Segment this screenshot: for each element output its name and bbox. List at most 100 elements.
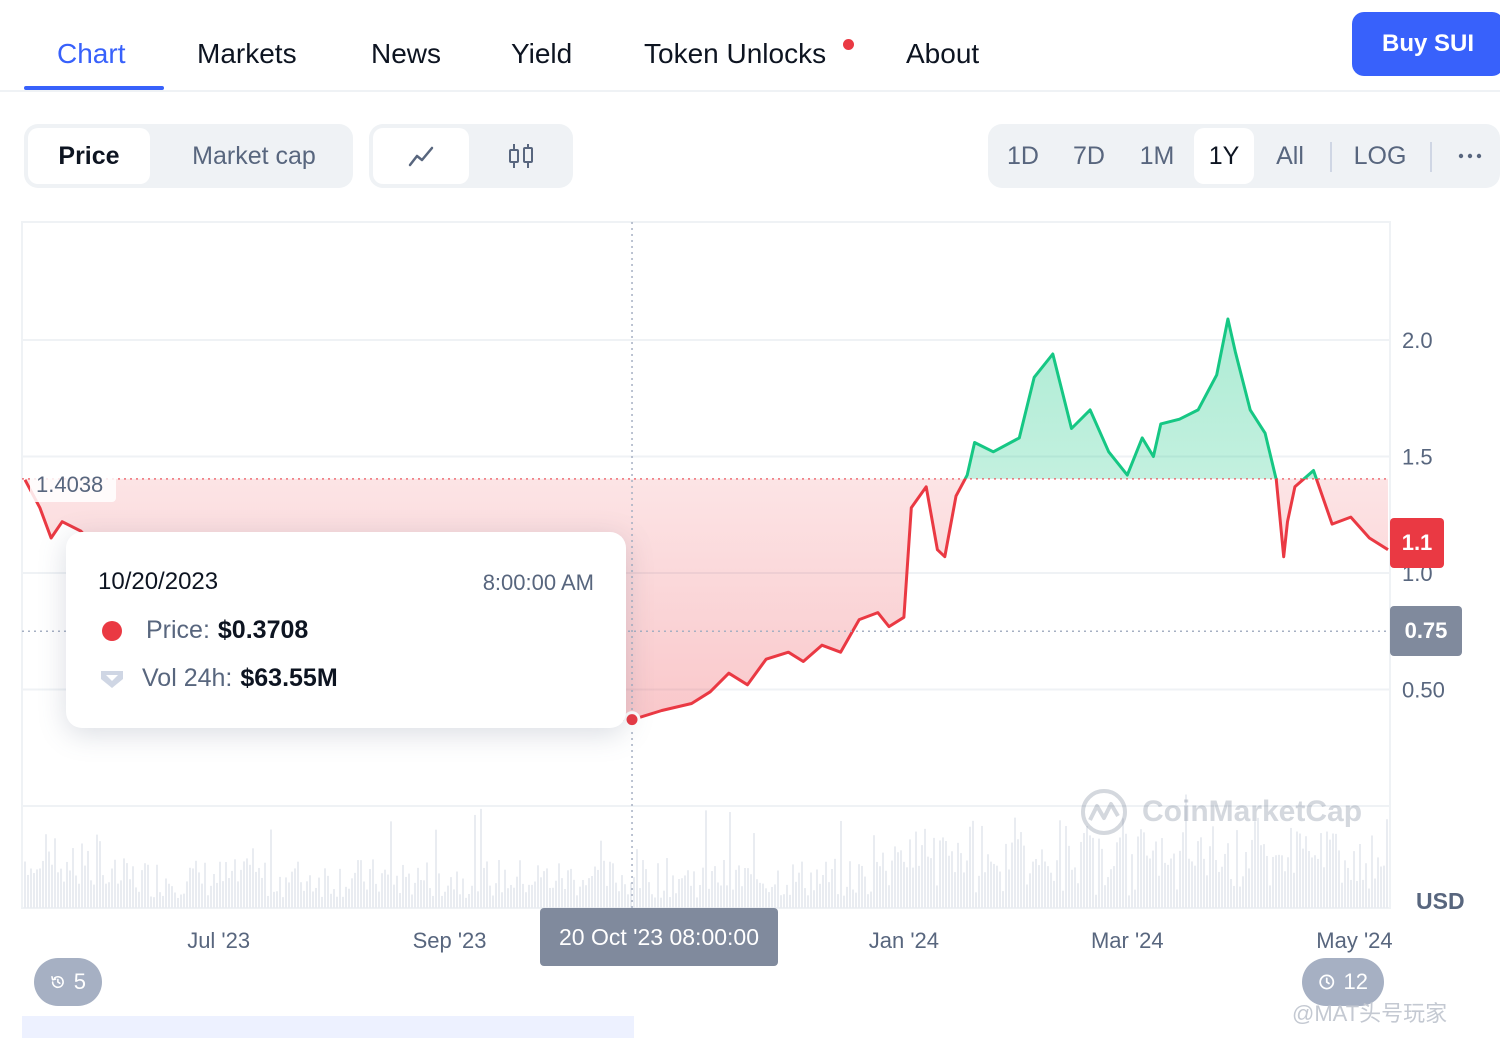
volume-bar [24,861,26,908]
volume-bar [189,867,191,908]
volume-bar [1044,861,1046,908]
volume-bar [513,887,515,908]
volume-bar [744,867,746,908]
volume-bar [228,878,230,908]
volume-bar [54,838,56,908]
volume-bar [1245,852,1247,908]
volume-bar [1074,867,1076,908]
volume-bar [1212,826,1214,908]
events-badge-left[interactable]: 5 [34,958,102,1006]
volume-bar [684,875,686,908]
volume-bar [1170,858,1172,908]
volume-bar [351,878,353,908]
volume-bar [429,888,431,908]
volume-bar [537,865,539,908]
volume-bar [1089,835,1091,908]
volume-bar [66,861,68,908]
volume-bar [1215,860,1217,908]
volume-bar [1335,833,1337,908]
volume-bar [345,886,347,908]
volume-bar [1182,832,1184,908]
volume-bar [1095,894,1097,908]
volume-bar [987,854,989,908]
volume-bar [1125,833,1127,908]
volume-bar [135,887,137,908]
volume-bar [681,878,683,908]
image-credit: @MAT头号玩家 [1292,1001,1448,1026]
volume-bar [183,893,185,908]
volume-bar [312,891,314,908]
volume-bar [945,841,947,908]
volume-bar [129,879,131,908]
volume-bar [417,867,419,908]
volume-bar [249,864,251,908]
volume-bar [495,883,497,908]
volume-bar [354,872,356,908]
volume-bar [234,859,236,908]
volume-bar [624,884,626,908]
volume-bar [609,861,611,908]
volume-bar [438,873,440,908]
volume-bar [1194,865,1196,908]
volume-bar [1218,871,1220,908]
volume-bar [558,863,560,908]
volume-bar [1206,875,1208,908]
volume-bar [219,861,221,908]
volume-bar [909,839,911,908]
volume-bar [762,883,764,908]
volume-bar [585,885,587,908]
volume-bar [1002,891,1004,908]
volume-bar [321,896,323,908]
volume-bar [714,866,716,908]
volume-bar [990,861,992,908]
volume-bar [1224,853,1226,908]
volume-bar [507,888,509,908]
volume-bar [606,885,608,908]
volume-bar [924,828,926,908]
volume-bar [1326,831,1328,908]
tooltip-volume-label: Vol 24h: [142,664,233,692]
volume-bar [777,870,779,908]
volume-bar [1362,879,1364,908]
volume-bar [330,893,332,908]
volume-bar [912,867,914,908]
events-count-right: 12 [1343,969,1368,994]
volume-bar [282,897,284,908]
volume-bar [1041,849,1043,908]
volume-bar [1347,867,1349,908]
volume-bar [1023,845,1025,908]
volume-bar [633,877,635,908]
volume-bar [147,864,149,908]
volume-bar [921,845,923,908]
volume-bar [1137,836,1139,908]
events-count-left: 5 [73,969,86,994]
volume-bar [267,895,269,908]
volume-bar [1176,889,1178,908]
volume-bar [1197,841,1199,908]
range-navigator[interactable] [22,1016,634,1038]
volume-bar [1236,830,1238,908]
volume-bar [240,869,242,908]
volume-bar [1110,869,1112,908]
volume-bar [447,885,449,908]
volume-bar [708,888,710,908]
volume-bar [141,870,143,908]
volume-bar [390,821,392,908]
volume-bar [1077,883,1079,908]
volume-bar [90,880,92,908]
price-chart[interactable]: 2.01.51.00.50Jul '23 Sep '23 Jan '24 Mar '2… [0,0,1500,1038]
volume-bar [600,840,602,908]
volume-bar [102,875,104,908]
volume-bar [888,885,890,908]
volume-bar [42,860,44,908]
volume-bar [237,881,239,908]
volume-bar [150,896,152,908]
volume-bar [231,870,233,908]
volume-bar [1011,842,1013,908]
volume-bar [741,886,743,908]
volume-bar [405,876,407,908]
volume-bar [1239,886,1241,908]
volume-bar [1191,861,1193,908]
volume-bar [72,848,74,908]
volume-bar [465,897,467,908]
